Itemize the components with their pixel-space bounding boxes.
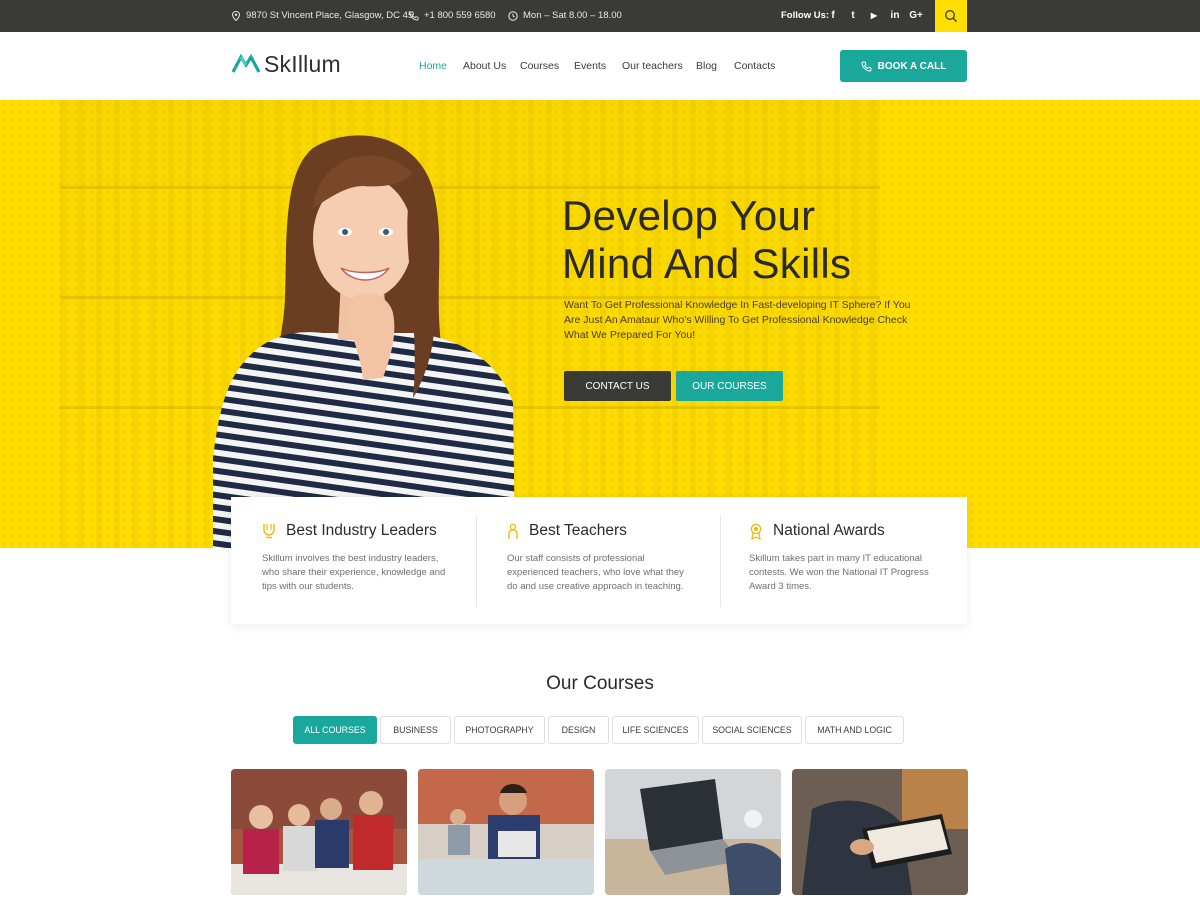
hours-info: Mon – Sat 8.00 – 18.00: [508, 0, 622, 32]
nav-home[interactable]: Home: [419, 60, 447, 74]
nav-blog[interactable]: Blog: [696, 60, 717, 74]
address-info: 9870 St Vincent Place, Glasgow, DC 45: [231, 0, 413, 32]
location-pin-icon: [231, 11, 241, 21]
follow-us-label: Follow Us:: [781, 10, 830, 21]
filter-design[interactable]: DESIGN: [548, 716, 609, 744]
laptop-workspace-photo: [605, 769, 781, 895]
nav-about-us[interactable]: About Us: [463, 60, 506, 74]
hero-title-line-1: Develop Your: [562, 192, 816, 239]
filter-math-and-logic[interactable]: MATH AND LOGIC: [805, 716, 904, 744]
features-card: Best Industry Leaders Skillum involves t…: [231, 497, 967, 624]
feature-title-row: National Awards: [749, 522, 885, 540]
feature-item: National Awards Skillum takes part in ma…: [749, 497, 964, 624]
phone-text[interactable]: +1 800 559 6580: [424, 0, 496, 32]
feature-item: Best Teachers Our staff consists of prof…: [507, 497, 722, 624]
search-icon: [945, 10, 958, 23]
feature-title: Best Teachers: [529, 522, 627, 539]
course-card-image[interactable]: [418, 769, 594, 895]
course-card-image[interactable]: [231, 769, 407, 895]
search-button[interactable]: [935, 0, 967, 32]
filter-life-sciences[interactable]: LIFE SCIENCES: [612, 716, 699, 744]
address-text: 9870 St Vincent Place, Glasgow, DC 45: [246, 10, 414, 21]
feature-title: National Awards: [773, 522, 885, 539]
facebook-icon[interactable]: f: [825, 0, 841, 32]
divider: [720, 515, 721, 607]
feature-description: Our staff consists of professional exper…: [507, 553, 684, 592]
hero-description: Want To Get Professional Knowledge In Fa…: [564, 299, 911, 341]
course-card-image[interactable]: [792, 769, 968, 895]
course-card-image[interactable]: [605, 769, 781, 895]
feature-title-row: Best Industry Leaders: [262, 522, 437, 540]
logo-text: SkIllum: [264, 50, 341, 77]
student-photo: [213, 135, 515, 548]
divider: [476, 515, 477, 607]
filter-all-courses[interactable]: ALL COURSES: [293, 716, 377, 744]
teacher-icon: [508, 523, 518, 539]
top-bar: 9870 St Vincent Place, Glasgow, DC 45 +1…: [0, 0, 1200, 32]
youtube-icon[interactable]: ▶: [866, 0, 882, 32]
filter-social-sciences[interactable]: SOCIAL SCIENCES: [702, 716, 802, 744]
nav-contacts[interactable]: Contacts: [734, 60, 775, 74]
phone-icon: [409, 11, 419, 21]
hero-title-line-2: Mind And Skills: [562, 240, 852, 287]
clock-icon: [508, 11, 518, 21]
book-a-call-button[interactable]: BOOK A CALL: [840, 50, 967, 82]
hours-text: Mon – Sat 8.00 – 18.00: [523, 10, 622, 21]
phone-icon: [861, 61, 872, 72]
contact-us-button[interactable]: CONTACT US: [564, 371, 671, 401]
feature-description: Skillum takes part in many IT educationa…: [749, 553, 929, 592]
reading-book-photo: [792, 769, 968, 895]
hero-title: Develop Your Mind And Skills: [562, 192, 982, 288]
filter-business[interactable]: BUSINESS: [380, 716, 451, 744]
nav-our-teachers[interactable]: Our teachers: [622, 60, 683, 74]
linkedin-icon[interactable]: in: [887, 0, 903, 32]
courses-section-title: Our Courses: [546, 673, 654, 694]
our-courses-button[interactable]: OUR COURSES: [676, 371, 783, 401]
classroom-laptop-photo: [418, 769, 594, 895]
google-plus-icon[interactable]: G+: [907, 0, 925, 32]
feature-title-row: Best Teachers: [507, 522, 627, 540]
phone-info[interactable]: +1 800 559 6580: [409, 0, 496, 32]
feature-item: Best Industry Leaders Skillum involves t…: [262, 497, 477, 624]
nav-events[interactable]: Events: [574, 60, 606, 74]
filter-photography[interactable]: PHOTOGRAPHY: [454, 716, 545, 744]
feature-title: Best Industry Leaders: [286, 522, 437, 539]
award-ribbon-icon: [263, 524, 275, 539]
nav-courses[interactable]: Courses: [520, 60, 559, 74]
feature-description: Skillum involves the best industry leade…: [262, 553, 446, 592]
book-a-call-label: BOOK A CALL: [877, 60, 947, 72]
twitter-icon[interactable]: t: [845, 0, 861, 32]
site-logo[interactable]: SkIllum: [232, 50, 341, 78]
logo-mark-icon: [232, 54, 260, 73]
group-study-photo: [231, 769, 407, 895]
medal-icon: [750, 523, 762, 540]
